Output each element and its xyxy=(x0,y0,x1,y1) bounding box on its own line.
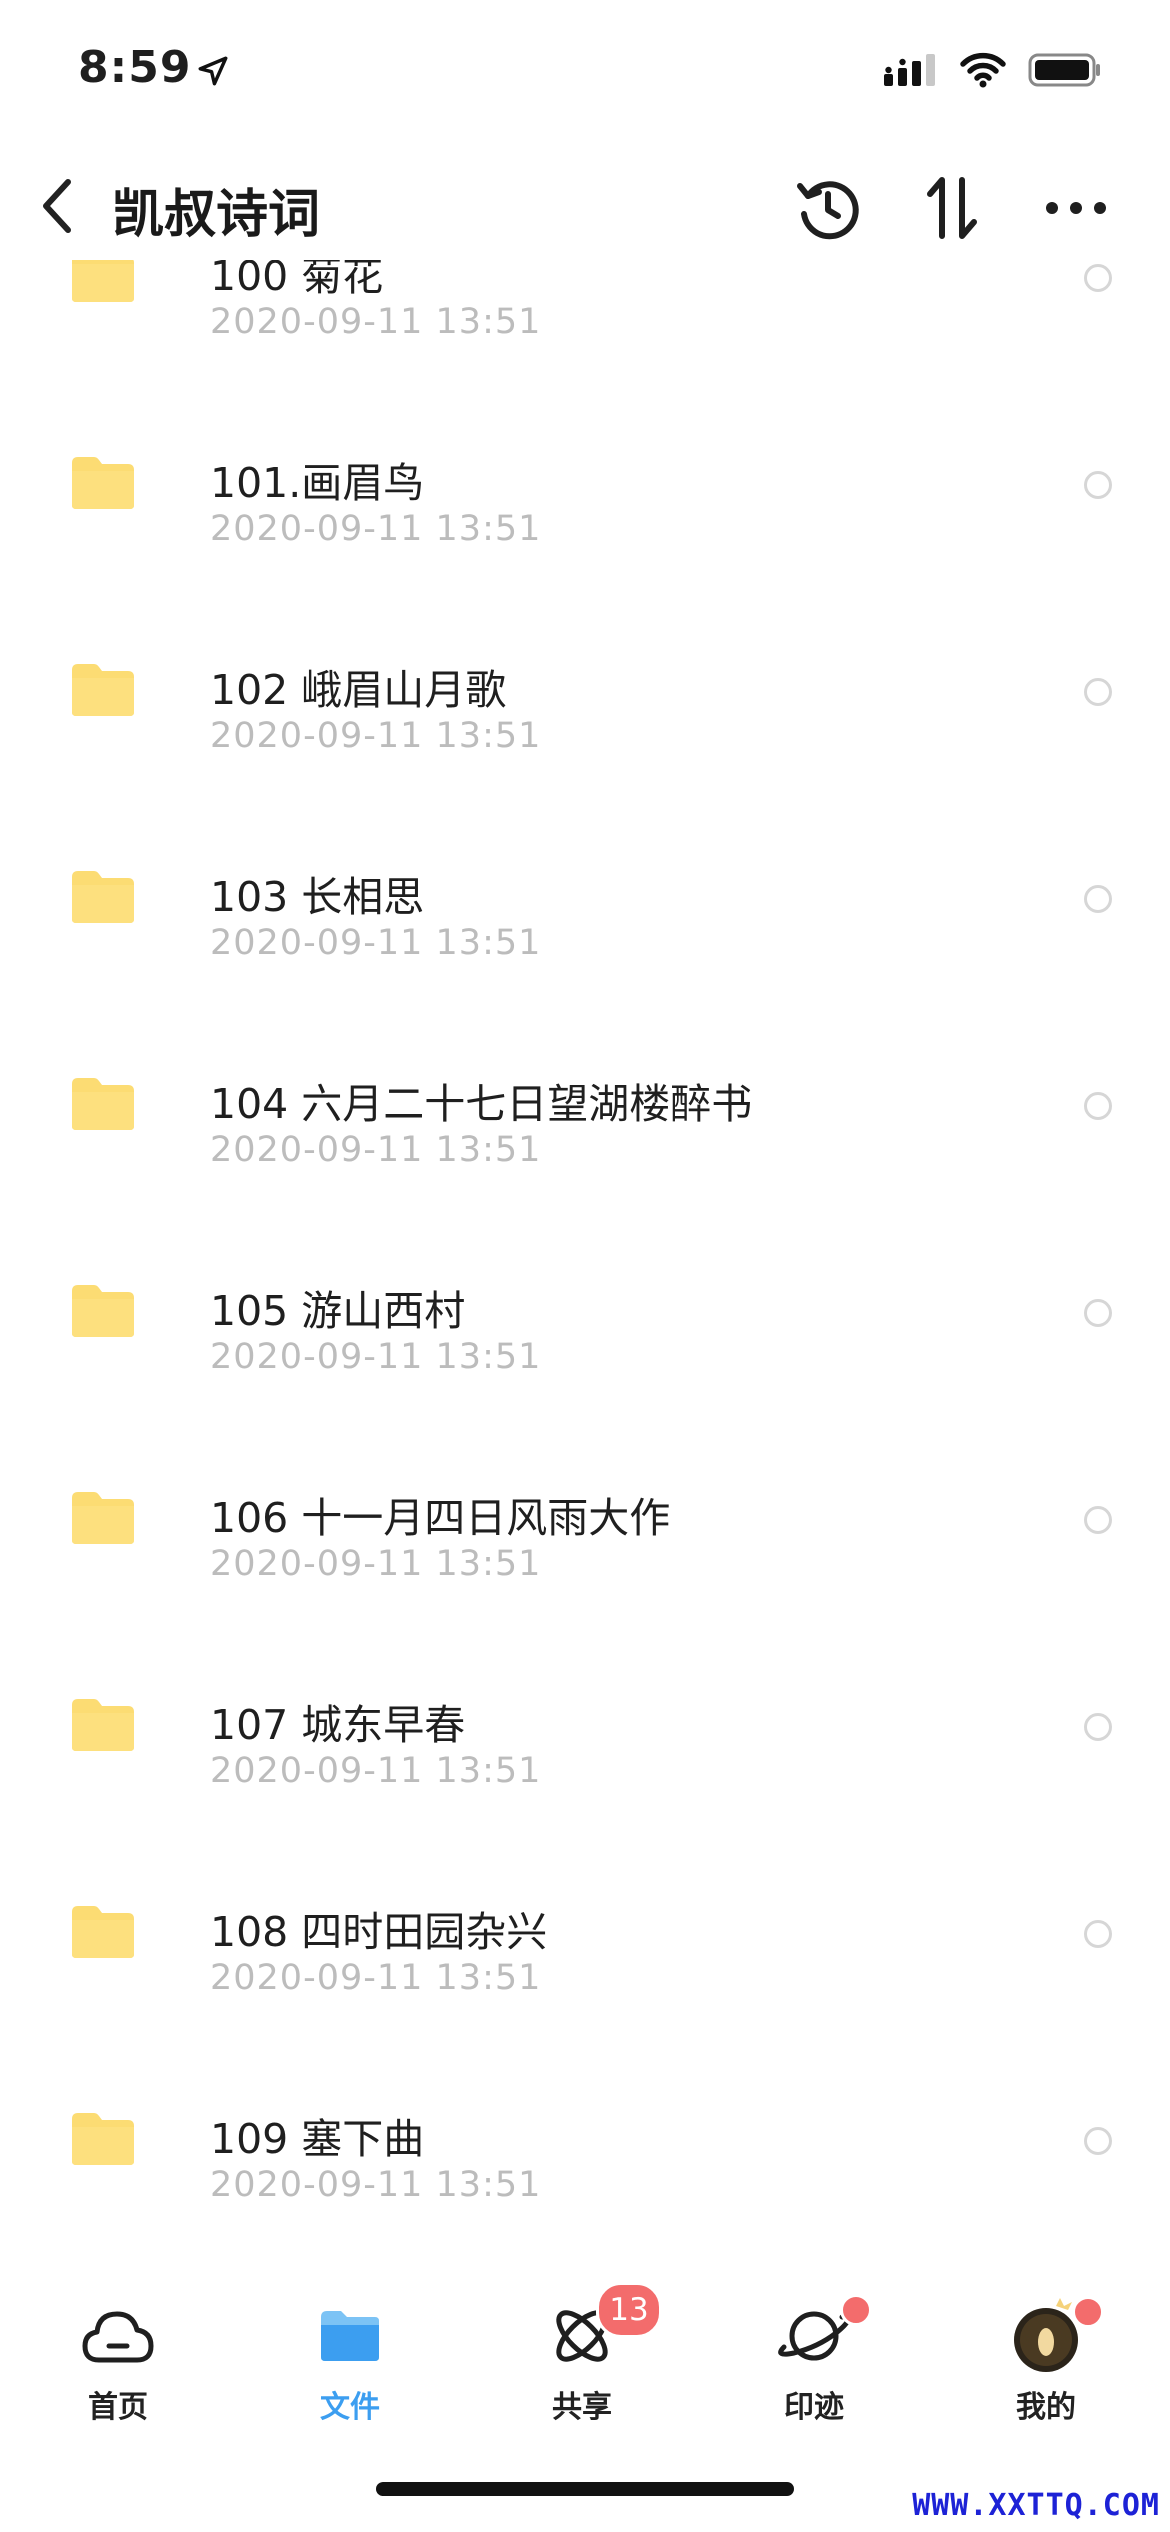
select-radio[interactable] xyxy=(1084,264,1112,292)
history-icon xyxy=(797,181,859,240)
file-row[interactable]: 103 长相思 2020-09-11 13:51 xyxy=(0,823,1170,1030)
file-row[interactable]: 100 菊花 2020-09-11 13:51 xyxy=(0,260,1170,409)
file-name: 103 长相思 xyxy=(210,873,425,921)
file-row[interactable]: 101.画眉鸟 2020-09-11 13:51 xyxy=(0,409,1170,616)
status-bar: 8:59 xyxy=(0,0,1170,150)
me-dot xyxy=(1072,2296,1104,2328)
tab-share-label: 共享 xyxy=(552,2390,612,2425)
battery-icon xyxy=(1028,52,1102,92)
history-button[interactable] xyxy=(788,168,868,248)
watermark: WWW.XXTTQ.COM xyxy=(912,2488,1160,2523)
folder-icon xyxy=(72,1699,134,1751)
file-date: 2020-09-11 13:51 xyxy=(210,2165,542,2205)
chevron-left-icon xyxy=(43,179,71,233)
file-date: 2020-09-11 13:51 xyxy=(210,1337,542,1377)
nav-header: 凯叔诗词 xyxy=(0,150,1170,260)
tab-footprint-label: 印迹 xyxy=(784,2390,844,2425)
file-name: 102 峨眉山月歌 xyxy=(210,666,507,714)
tab-me-label: 我的 xyxy=(1016,2390,1076,2425)
file-name: 104 六月二十七日望湖楼醉书 xyxy=(210,1080,753,1128)
file-date: 2020-09-11 13:51 xyxy=(210,1544,542,1584)
file-row[interactable]: 105 游山西村 2020-09-11 13:51 xyxy=(0,1237,1170,1444)
file-name: 108 四时田园杂兴 xyxy=(210,1908,548,1956)
file-row[interactable]: 102 峨眉山月歌 2020-09-11 13:51 xyxy=(0,616,1170,823)
file-date: 2020-09-11 13:51 xyxy=(210,716,542,756)
footprint-dot xyxy=(840,2294,872,2326)
select-radio[interactable] xyxy=(1084,1920,1112,1948)
file-list: 100 菊花 2020-09-11 13:51 101.画眉鸟 2020-09-… xyxy=(0,260,1170,2250)
file-date: 2020-09-11 13:51 xyxy=(210,509,542,549)
page-title: 凯叔诗词 xyxy=(112,185,321,245)
more-button[interactable] xyxy=(1036,168,1116,248)
tab-home[interactable]: 首页 xyxy=(48,2298,188,2438)
cellular-signal-icon xyxy=(884,52,938,92)
tab-me[interactable]: 我的 xyxy=(976,2296,1116,2438)
file-name: 101.画眉鸟 xyxy=(210,459,425,507)
select-radio[interactable] xyxy=(1084,471,1112,499)
folder-icon xyxy=(72,2113,134,2165)
back-button[interactable] xyxy=(28,164,84,248)
select-radio[interactable] xyxy=(1084,1299,1112,1327)
more-dots-icon xyxy=(1046,202,1106,214)
tab-files-label: 文件 xyxy=(320,2390,380,2425)
home-indicator xyxy=(376,2482,794,2496)
file-date: 2020-09-11 13:51 xyxy=(210,1751,542,1791)
tab-share[interactable]: 13 共享 xyxy=(512,2282,662,2438)
file-name: 100 菊花 xyxy=(210,260,384,300)
folder-icon xyxy=(72,1906,134,1958)
file-row[interactable]: 106 十一月四日风雨大作 2020-09-11 13:51 xyxy=(0,1444,1170,1651)
file-row[interactable]: 104 六月二十七日望湖楼醉书 2020-09-11 13:51 xyxy=(0,1030,1170,1237)
select-radio[interactable] xyxy=(1084,1713,1112,1741)
folder-icon xyxy=(72,664,134,716)
sort-icon xyxy=(927,177,977,239)
status-time: 8:59 xyxy=(78,42,192,93)
folder-icon xyxy=(321,2311,379,2361)
file-name: 106 十一月四日风雨大作 xyxy=(210,1494,671,1542)
folder-icon xyxy=(72,1285,134,1337)
file-date: 2020-09-11 13:51 xyxy=(210,1130,542,1170)
file-name: 109 塞下曲 xyxy=(210,2115,425,2163)
location-arrow-icon xyxy=(196,54,230,92)
file-date: 2020-09-11 13:51 xyxy=(210,302,542,342)
file-date: 2020-09-11 13:51 xyxy=(210,923,542,963)
sort-button[interactable] xyxy=(912,168,992,248)
file-row[interactable]: 108 四时田园杂兴 2020-09-11 13:51 xyxy=(0,1858,1170,2065)
folder-icon xyxy=(72,260,134,302)
file-row[interactable]: 109 塞下曲 2020-09-11 13:51 xyxy=(0,2065,1170,2250)
folder-icon xyxy=(72,1078,134,1130)
tab-home-label: 首页 xyxy=(88,2390,148,2425)
folder-icon xyxy=(72,871,134,923)
wifi-icon xyxy=(960,52,1006,92)
select-radio[interactable] xyxy=(1084,1506,1112,1534)
select-radio[interactable] xyxy=(1084,885,1112,913)
folder-icon xyxy=(72,457,134,509)
tab-footprint[interactable]: 印迹 xyxy=(744,2294,884,2438)
file-row[interactable]: 107 城东早春 2020-09-11 13:51 xyxy=(0,1651,1170,1858)
cloud-icon xyxy=(82,2311,154,2363)
select-radio[interactable] xyxy=(1084,2127,1112,2155)
folder-icon xyxy=(72,1492,134,1544)
file-name: 107 城东早春 xyxy=(210,1701,466,1749)
file-date: 2020-09-11 13:51 xyxy=(210,1958,542,1998)
tab-files[interactable]: 文件 xyxy=(280,2298,420,2438)
file-name: 105 游山西村 xyxy=(210,1287,466,1335)
share-badge: 13 xyxy=(596,2282,662,2338)
select-radio[interactable] xyxy=(1084,1092,1112,1120)
select-radio[interactable] xyxy=(1084,678,1112,706)
